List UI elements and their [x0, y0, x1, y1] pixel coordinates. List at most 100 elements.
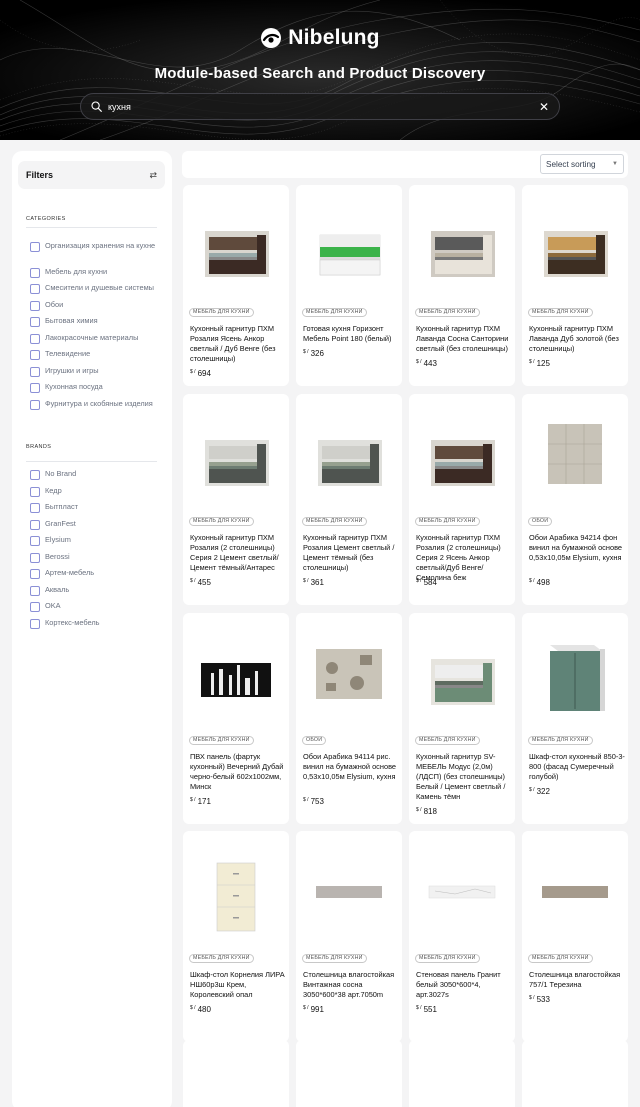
category-filter-option[interactable]: Организация хранения на кухне [30, 241, 164, 252]
category-filter-option[interactable]: Лакокрасочные материалы [30, 333, 164, 344]
product-card[interactable]: МЕБЕЛЬ ДЛЯ КУХНИ ПВХ панель (фартук кухон… [183, 613, 289, 824]
brand-filter-option[interactable]: Кедр [30, 486, 164, 497]
product-image[interactable] [528, 1050, 622, 1107]
product-name[interactable]: ПВХ панель (фартук кухонный) Вечерний Ду… [190, 752, 287, 792]
product-image[interactable] [189, 1050, 283, 1107]
filter-checkbox[interactable] [30, 503, 40, 513]
filter-checkbox[interactable] [30, 602, 40, 612]
product-card[interactable] [522, 1040, 628, 1107]
product-name[interactable]: Кухонный гарнитур ПХМ Розалия Ясень Анко… [190, 324, 287, 364]
product-card[interactable]: МЕБЕЛЬ ДЛЯ КУХНИ Кухонный гарнитур ПХМ Ла… [522, 185, 628, 386]
product-name[interactable]: Шкаф-стол Корнелия ЛИРА НШ60р3ш Крем, Ко… [190, 970, 287, 1000]
product-image[interactable] [189, 404, 283, 504]
product-name[interactable]: Кухонный гарнитур ПХМ Розалия (2 столешн… [190, 533, 287, 573]
product-name[interactable]: Кухонный гарнитур ПХМ Лаванда Дуб золото… [529, 324, 626, 354]
product-image[interactable] [302, 195, 396, 295]
product-image[interactable] [189, 623, 283, 723]
filter-checkbox[interactable] [30, 317, 40, 327]
category-filter-option[interactable]: Игрушки и игры [30, 366, 164, 377]
brand-filter-option[interactable]: No Brand [30, 469, 164, 480]
product-card[interactable]: МЕБЕЛЬ ДЛЯ КУХНИ Кухонный гарнитур ПХМ Ро… [296, 394, 402, 605]
filter-checkbox[interactable] [30, 383, 40, 393]
brand-filter-option[interactable]: Elysium [30, 535, 164, 546]
filter-checkbox[interactable] [30, 618, 40, 629]
product-card[interactable]: МЕБЕЛЬ ДЛЯ КУХНИ Стеновая панель Гранит б… [409, 831, 515, 1042]
product-card[interactable]: МЕБЕЛЬ ДЛЯ КУХНИ Кухонный гарнитур ПХМ Ро… [183, 185, 289, 386]
product-name[interactable]: Готовая кухня Горизонт Мебель Point 180 … [303, 324, 400, 344]
product-name[interactable]: Кухонный гарнитур ПХМ Лаванда Сосна Сант… [416, 324, 513, 354]
product-image[interactable] [415, 404, 509, 504]
brand-filter-option[interactable]: Бытпласт [30, 502, 164, 513]
product-card[interactable] [409, 1040, 515, 1107]
product-name[interactable]: Стеновая панель Гранит белый 3050*600*4,… [416, 970, 513, 1000]
filter-checkbox[interactable] [30, 334, 40, 344]
category-filter-option[interactable]: Смесители и душевые системы [30, 283, 164, 294]
product-name[interactable]: Обои Арабика 94114 рис. винил на бумажно… [303, 752, 400, 782]
product-card[interactable]: МЕБЕЛЬ ДЛЯ КУХНИ Столешница влагостойкая … [296, 831, 402, 1042]
filter-checkbox[interactable] [30, 585, 40, 596]
product-card[interactable]: ОБОИ Обои Арабика 94114 рис. винил на бум… [296, 613, 402, 824]
filter-checkbox[interactable] [30, 350, 40, 360]
filter-checkbox[interactable] [30, 268, 40, 278]
product-card[interactable]: МЕБЕЛЬ ДЛЯ КУХНИ Кухонный гарнитур ПХМ Ла… [409, 185, 515, 386]
sort-select[interactable]: Select sorting ▼ [540, 154, 624, 174]
filter-checkbox[interactable] [30, 486, 40, 497]
product-name[interactable]: Кухонный гарнитур SV-МЕБЕЛЬ Модус (2,0м)… [416, 752, 513, 802]
filter-checkbox[interactable] [30, 367, 40, 377]
product-image[interactable] [302, 841, 396, 941]
product-card[interactable]: ОБОИ Обои Арабика 94214 фон винил на бума… [522, 394, 628, 605]
category-filter-option[interactable]: Кухонная посуда [30, 382, 164, 393]
category-filter-option[interactable]: Телевидение [30, 349, 164, 360]
product-name[interactable]: Обои Арабика 94214 фон винил на бумажной… [529, 533, 626, 563]
filter-checkbox[interactable] [30, 569, 40, 579]
category-filter-option[interactable]: Обои [30, 300, 164, 311]
product-image[interactable] [415, 195, 509, 295]
product-image[interactable] [415, 1050, 509, 1107]
filter-checkbox[interactable] [30, 284, 40, 294]
brand-filter-option[interactable]: Berossi [30, 552, 164, 563]
search-input[interactable] [108, 101, 539, 112]
product-card[interactable]: МЕБЕЛЬ ДЛЯ КУХНИ Шкаф-стол Корнелия ЛИРА … [183, 831, 289, 1042]
category-filter-option[interactable]: Бытовая химия [30, 316, 164, 327]
product-image[interactable] [302, 1050, 396, 1107]
product-card[interactable] [183, 1040, 289, 1107]
product-image[interactable] [302, 404, 396, 504]
product-card[interactable]: МЕБЕЛЬ ДЛЯ КУХНИ Кухонный гарнитур ПХМ Ро… [183, 394, 289, 605]
category-filter-option[interactable]: Мебель для кухни [30, 267, 164, 278]
category-filter-option[interactable]: Фурнитура и скобяные изделия [30, 399, 164, 410]
brand-filter-option[interactable]: Артем-мебель [30, 568, 164, 579]
product-image[interactable] [415, 623, 509, 723]
product-card[interactable] [296, 1040, 402, 1107]
product-image[interactable] [302, 623, 396, 723]
product-card[interactable]: МЕБЕЛЬ ДЛЯ КУХНИ Кухонный гарнитур SV-МЕБ… [409, 613, 515, 824]
product-name[interactable]: Столешница влагостойкая Винтажная сосна … [303, 970, 400, 1000]
product-card[interactable]: МЕБЕЛЬ ДЛЯ КУХНИ Готовая кухня Горизонт М… [296, 185, 402, 386]
filter-checkbox[interactable] [30, 400, 40, 410]
search-bar[interactable]: ✕ [80, 93, 560, 120]
product-image[interactable] [189, 841, 283, 941]
product-card[interactable]: МЕБЕЛЬ ДЛЯ КУХНИ Шкаф-стол кухонный 850-3… [522, 613, 628, 824]
product-card[interactable]: МЕБЕЛЬ ДЛЯ КУХНИ Кухонный гарнитур ПХМ Ро… [409, 394, 515, 605]
brand-filter-option[interactable]: Акваль [30, 585, 164, 596]
product-image[interactable] [528, 195, 622, 295]
product-name[interactable]: Кухонный гарнитур ПХМ Розалия Цемент све… [303, 533, 400, 573]
product-image[interactable] [528, 404, 622, 504]
brand-logo[interactable]: Nibelung [0, 26, 640, 50]
brand-filter-option[interactable]: Кортекс-мебель [30, 618, 164, 629]
filter-checkbox[interactable] [30, 301, 40, 311]
brand-filter-option[interactable]: GranFest [30, 519, 164, 530]
filter-checkbox[interactable] [30, 519, 40, 530]
product-name[interactable]: Шкаф-стол кухонный 850-3-800 (фасад Суме… [529, 752, 626, 782]
product-image[interactable] [415, 841, 509, 941]
product-image[interactable] [189, 195, 283, 295]
product-image[interactable] [528, 623, 622, 723]
filter-checkbox[interactable] [30, 536, 40, 546]
filter-checkbox[interactable] [30, 552, 40, 563]
clear-search-icon[interactable]: ✕ [539, 100, 549, 114]
filter-checkbox[interactable] [30, 470, 40, 480]
product-image[interactable] [528, 841, 622, 941]
brand-filter-option[interactable]: OKA [30, 601, 164, 612]
product-name[interactable]: Кухонный гарнитур ПХМ Розалия (2 столешн… [416, 533, 513, 583]
filter-checkbox[interactable] [30, 242, 40, 252]
product-name[interactable]: Столешница влагостойкая 757/1 Терезина [529, 970, 626, 990]
